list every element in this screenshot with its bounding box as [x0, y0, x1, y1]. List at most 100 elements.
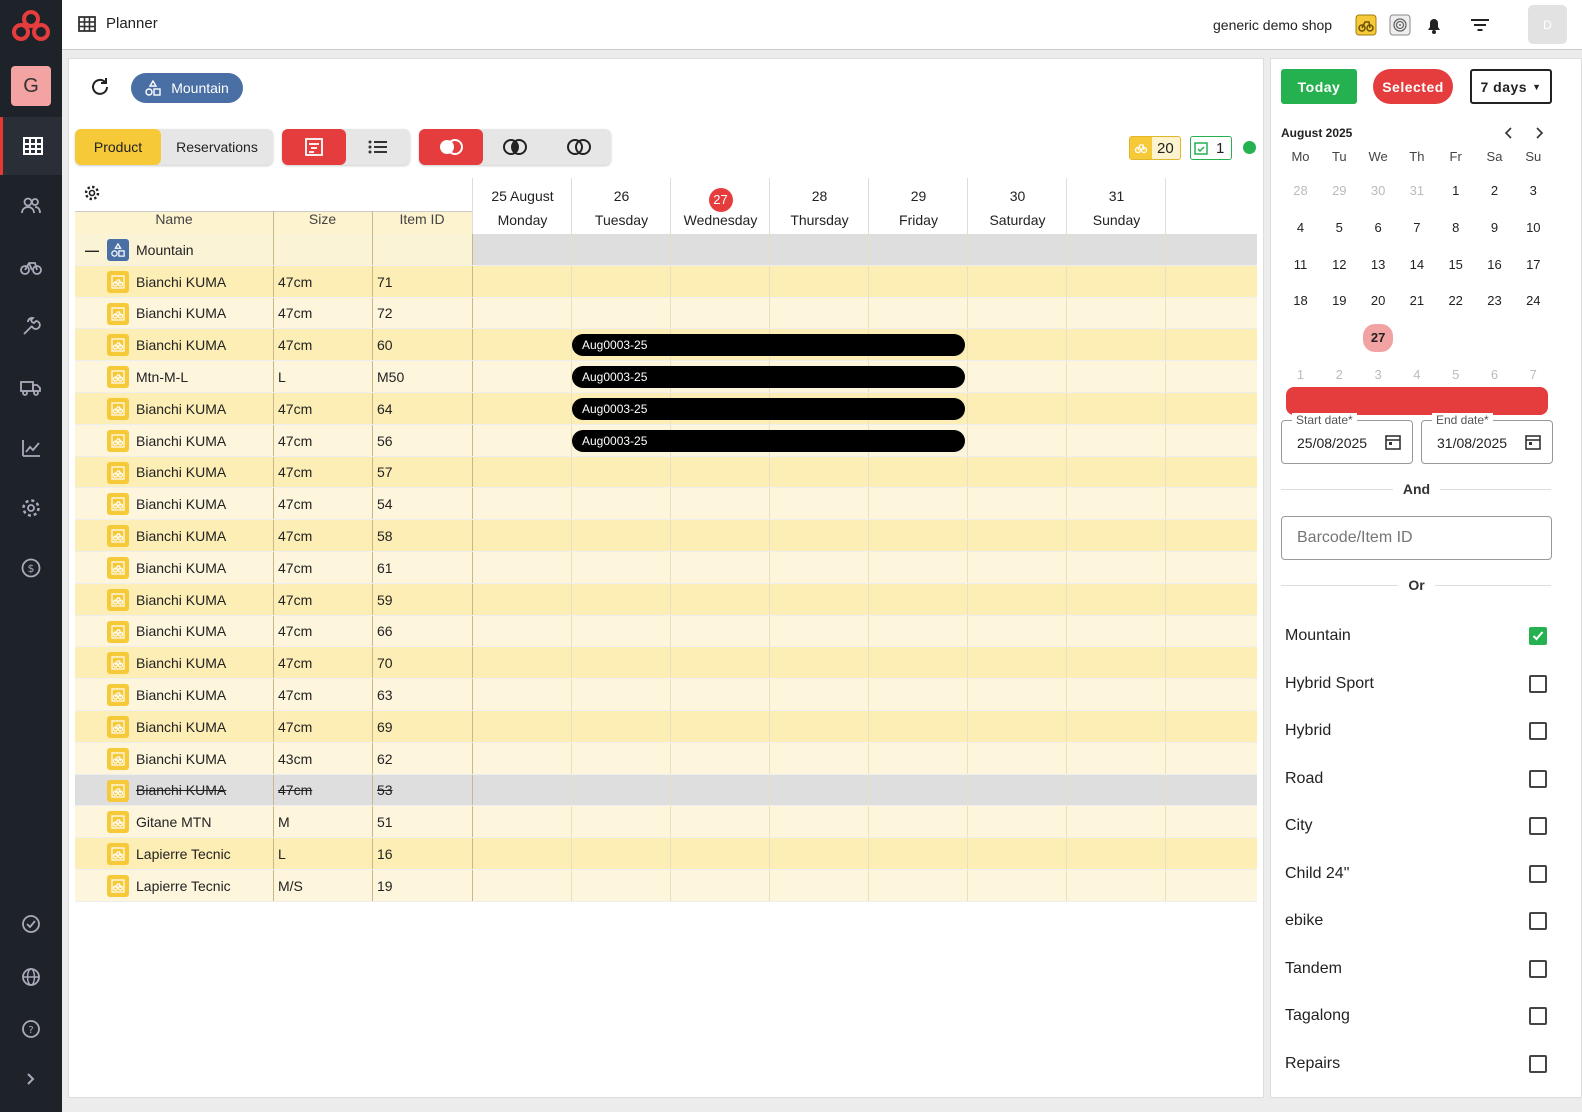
calendar-day[interactable]: 28 — [1397, 325, 1436, 351]
table-row[interactable]: Bianchi KUMA 47cm 66 — [75, 615, 1257, 648]
customers-icon[interactable] — [0, 177, 62, 235]
calendar-day[interactable]: 15 — [1436, 252, 1475, 278]
table-row[interactable]: Bianchi KUMA 47cm 60 Aug0003-25 — [75, 329, 1257, 362]
range-select[interactable]: 7 days ▼ — [1470, 69, 1552, 104]
overlap-full-button[interactable] — [419, 129, 483, 165]
app-logo-icon[interactable] — [0, 0, 62, 52]
category-option[interactable]: Hybrid Sport — [1285, 672, 1547, 696]
table-row[interactable]: Bianchi KUMA 47cm 53 — [75, 774, 1257, 807]
table-row[interactable]: Lapierre Tecnic L 16 — [75, 838, 1257, 870]
bike-stand-icon[interactable] — [1354, 13, 1378, 37]
calendar-day[interactable]: 1 — [1281, 362, 1320, 388]
notifications-bell-icon[interactable] — [1422, 13, 1446, 37]
calendar-day[interactable]: 5 — [1436, 362, 1475, 388]
verified-badge-icon[interactable] — [0, 895, 62, 953]
calendar-day[interactable]: 4 — [1397, 362, 1436, 388]
shop-name[interactable]: generic demo shop — [1213, 17, 1332, 33]
category-option[interactable]: Hybrid — [1285, 719, 1547, 743]
table-row[interactable]: Bianchi KUMA 43cm 62 — [75, 742, 1257, 775]
calendar-day[interactable]: 6 — [1475, 362, 1514, 388]
category-option[interactable]: Repairs — [1285, 1052, 1547, 1076]
calendar-day[interactable]: 19 — [1320, 288, 1359, 314]
column-size-header[interactable]: Size — [273, 211, 372, 227]
day-header[interactable]: 28 Thursday — [769, 178, 868, 234]
calendar-day[interactable]: 12 — [1320, 252, 1359, 278]
table-row[interactable]: Mtn-M-L L M50 Aug0003-25 — [75, 361, 1257, 393]
table-row[interactable]: Lapierre Tecnic M/S 19 — [75, 869, 1257, 902]
globe-icon[interactable] — [0, 948, 62, 1006]
prev-month-chevron-icon[interactable] — [1499, 123, 1519, 143]
day-header[interactable]: 31 Sunday — [1066, 178, 1165, 234]
collapse-icon[interactable]: — — [85, 234, 99, 266]
fingerprint-icon[interactable] — [1388, 13, 1412, 37]
workspace-avatar[interactable]: G — [11, 66, 51, 106]
calendar-day[interactable]: 22 — [1436, 288, 1475, 314]
category-option[interactable]: Road — [1285, 767, 1547, 791]
calendar-day[interactable]: 1 — [1436, 178, 1475, 204]
calendar-day[interactable]: 29 — [1320, 178, 1359, 204]
calendar-day[interactable]: 7 — [1514, 362, 1553, 388]
category-option[interactable]: Mountain — [1285, 624, 1547, 648]
table-row[interactable]: Bianchi KUMA 47cm 64 Aug0003-25 — [75, 392, 1257, 425]
filter-icon[interactable] — [1468, 13, 1492, 37]
category-checkbox[interactable] — [1529, 674, 1547, 693]
table-row[interactable]: Bianchi KUMA 47cm 61 — [75, 551, 1257, 584]
overlap-partial-button[interactable] — [483, 129, 547, 165]
calendar-day[interactable]: 3 — [1514, 178, 1553, 204]
table-row[interactable]: Bianchi KUMA 47cm 57 — [75, 456, 1257, 489]
column-settings-gear-icon[interactable] — [83, 184, 101, 202]
calendar-day[interactable]: 30 — [1475, 325, 1514, 351]
payments-icon[interactable]: $ — [0, 539, 62, 597]
delivery-truck-icon[interactable] — [0, 358, 62, 416]
product-view-button[interactable]: Product — [75, 129, 161, 165]
category-checkbox[interactable] — [1529, 627, 1547, 645]
calendar-day[interactable]: 6 — [1359, 215, 1398, 241]
repair-wrench-icon[interactable] — [0, 298, 62, 356]
barcode-search-input[interactable] — [1281, 516, 1552, 560]
calendar-day[interactable]: 20 — [1359, 288, 1398, 314]
start-date-field[interactable]: Start date* 25/08/2025 — [1281, 413, 1413, 464]
calendar-day[interactable]: 16 — [1475, 252, 1514, 278]
calendar-day[interactable]: 2 — [1320, 362, 1359, 388]
bike-icon[interactable] — [0, 238, 62, 296]
overlap-none-button[interactable] — [547, 129, 611, 165]
table-row[interactable]: Bianchi KUMA 47cm 58 — [75, 520, 1257, 552]
refresh-icon[interactable] — [89, 76, 111, 98]
table-row[interactable]: Gitane MTN M 51 — [75, 806, 1257, 839]
settings-gear-icon[interactable] — [0, 479, 62, 537]
end-date-field[interactable]: End date* 31/08/2025 — [1421, 413, 1553, 464]
calendar-icon[interactable] — [1384, 433, 1402, 451]
day-header[interactable]: 27 Wednesday — [670, 178, 769, 234]
reservation-bar[interactable]: Aug0003-25 — [572, 397, 965, 420]
category-filter-chip[interactable]: Mountain — [131, 73, 243, 103]
calendar-day[interactable]: 24 — [1514, 288, 1553, 314]
calendar-day[interactable]: 26 — [1320, 325, 1359, 351]
category-checkbox[interactable] — [1529, 769, 1547, 788]
table-row[interactable]: Bianchi KUMA 47cm 70 — [75, 647, 1257, 680]
calendar-day[interactable]: 28 — [1281, 178, 1320, 204]
day-header[interactable]: 30 Saturday — [967, 178, 1066, 234]
calendar-day[interactable]: 25 — [1281, 325, 1320, 351]
calendar-day[interactable]: 27 — [1359, 325, 1398, 351]
calendar-day[interactable]: 31 — [1514, 325, 1553, 351]
table-row[interactable]: Bianchi KUMA 47cm 54 — [75, 488, 1257, 521]
selected-button[interactable]: Selected — [1373, 69, 1453, 104]
table-row[interactable]: Bianchi KUMA 47cm 71 — [75, 265, 1257, 298]
calendar-icon[interactable] — [1524, 433, 1542, 451]
category-option[interactable]: ebike — [1285, 909, 1547, 933]
calendar-day[interactable]: 11 — [1281, 252, 1320, 278]
category-checkbox[interactable] — [1529, 959, 1547, 978]
calendar-day[interactable]: 13 — [1359, 252, 1398, 278]
calendar-day[interactable]: 23 — [1475, 288, 1514, 314]
table-row[interactable]: Bianchi KUMA 47cm 56 Aug0003-25 — [75, 424, 1257, 457]
calendar-day[interactable]: 29 — [1436, 325, 1475, 351]
day-header[interactable]: 25 August Monday — [472, 178, 571, 234]
timeline-layout-button[interactable] — [282, 129, 346, 165]
calendar-day[interactable]: 17 — [1514, 252, 1553, 278]
table-row[interactable]: Bianchi KUMA 47cm 63 — [75, 679, 1257, 711]
table-row[interactable]: Bianchi KUMA 47cm 69 — [75, 710, 1257, 743]
category-checkbox[interactable] — [1529, 912, 1547, 930]
calendar-day[interactable]: 3 — [1359, 362, 1398, 388]
reservations-view-button[interactable]: Reservations — [161, 129, 273, 165]
category-option[interactable]: Child 24" — [1285, 862, 1547, 886]
